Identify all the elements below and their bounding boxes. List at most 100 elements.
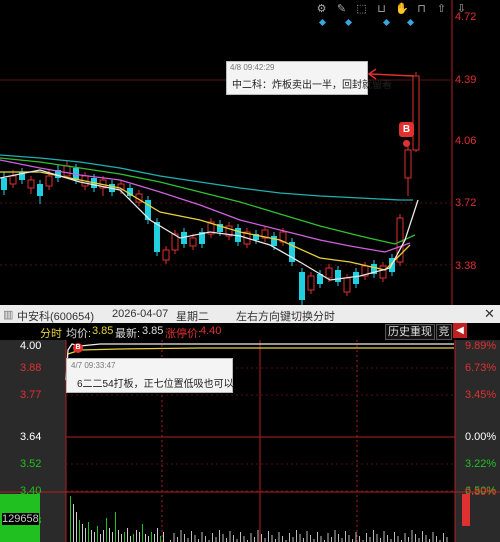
last-value: 3.85 — [142, 325, 164, 337]
candle-body — [271, 236, 277, 246]
pct-label: 3.22% — [465, 458, 497, 470]
price-label: 3.72 — [455, 197, 477, 209]
volume-bar — [264, 538, 266, 542]
volume-bar — [139, 532, 140, 542]
candle-body — [1, 178, 7, 190]
intraday-tabbar: 分时 均价: 3.85 最新: 3.85 涨停价: 4.40 历史重现 竞 ◀ — [0, 323, 500, 341]
volume-bar — [148, 536, 149, 542]
hand-icon[interactable]: ✋ — [395, 3, 409, 16]
volume-bar — [369, 537, 371, 542]
volume-bar — [250, 533, 252, 542]
volume-bar — [289, 533, 290, 542]
limit-value: 4.40 — [200, 325, 222, 337]
volume-bar — [100, 534, 101, 542]
buy-marker[interactable]: B — [399, 122, 414, 137]
pct-label: 0.00% — [465, 431, 497, 443]
annotation-time: 4/8 09:42:29 — [230, 63, 275, 72]
volume-bar — [341, 538, 343, 542]
volume-bar — [160, 536, 161, 542]
volume-bar — [91, 530, 92, 542]
candle-body — [404, 149, 412, 179]
volume-bar — [408, 537, 409, 542]
bid-button[interactable]: 竞 — [436, 324, 452, 340]
volume-bar — [184, 534, 185, 542]
date-text: 2026-04-07 — [112, 308, 169, 320]
trade-annotation[interactable]: 4/7 09:33:47 6二二54打板，正七位置低吸也可以 — [66, 358, 234, 393]
candle-body — [412, 75, 420, 151]
volume-bar — [85, 528, 86, 542]
volume-bar — [76, 512, 77, 542]
arrow-icon — [367, 68, 415, 80]
volume-bar — [397, 536, 399, 542]
window-icon: ▥ — [3, 309, 14, 321]
pct-label: 3.45% — [465, 389, 497, 401]
volume-bar — [418, 538, 420, 542]
close-icon[interactable]: ✕ — [484, 306, 495, 322]
tab-intraday[interactable]: 分时 — [40, 325, 62, 341]
volume-bar — [112, 532, 113, 542]
down-icon[interactable]: ⇩ — [455, 3, 468, 16]
history-replay-button[interactable]: 历史重现 — [385, 324, 435, 340]
price-label: 3.38 — [455, 260, 477, 272]
volume-bar — [425, 535, 427, 542]
volume-bar — [443, 533, 444, 542]
volume-bar — [331, 537, 332, 542]
volume-bar — [366, 533, 367, 542]
buy-marker[interactable]: B — [73, 343, 83, 353]
volume-bar — [70, 496, 71, 542]
candle-body — [189, 237, 197, 247]
intraday-titlebar: ▥ 中安科(600654) 2026-04-07 星期二 左右方向键切换分时 ✕ — [0, 305, 500, 323]
annotation-text: 6二二54打板，正七位置低吸也可以 — [77, 379, 234, 390]
volume-bar — [136, 530, 137, 542]
volume-bar — [383, 531, 385, 542]
volume-bar — [404, 533, 406, 542]
volume-bar — [380, 538, 381, 542]
price-label: 4.39 — [455, 74, 477, 86]
volume-bar — [436, 536, 437, 542]
annotation-time: 4/7 09:33:47 — [71, 361, 116, 370]
volume-bar — [194, 535, 196, 542]
intraday-chart[interactable]: 4.00 3.88 3.77 3.64 3.52 3.40 3.28 9.89%… — [0, 340, 500, 542]
price-label: 4.06 — [455, 135, 477, 147]
last-label: 最新: — [115, 328, 141, 340]
lock-icon[interactable]: ⊓ — [415, 3, 428, 16]
frame-icon[interactable]: ⬚ — [355, 3, 368, 16]
volume-bar — [115, 512, 116, 542]
price-label: 3.64 — [20, 431, 42, 443]
volume-bar — [151, 532, 152, 542]
volume-bar — [73, 504, 74, 542]
volume-bar — [133, 534, 134, 542]
volume-bar — [130, 536, 131, 542]
volume-bar — [415, 534, 416, 542]
volume-bar — [201, 532, 203, 542]
volume-bar — [422, 531, 423, 542]
up-icon[interactable]: ⇧ — [435, 3, 448, 16]
volume-bar — [187, 538, 189, 542]
price-label: 3.52 — [20, 458, 42, 470]
volume-bar — [177, 537, 178, 542]
pct-label-low: 9.89% — [465, 486, 497, 498]
chart-toolbar: ⚙ ✎ ⬚ ⊔ ✋ ⊓ ⇧ ⇩ — [315, 2, 468, 16]
volume-bar — [79, 520, 80, 542]
candle-body — [343, 277, 351, 293]
trade-annotation[interactable]: 4/8 09:42:29 中二科：炸板卖出一半，回封就留着 — [226, 61, 392, 95]
avg-value: 3.85 — [92, 325, 114, 337]
pen-icon[interactable]: ✎ — [335, 3, 348, 16]
volume-bar — [411, 530, 413, 542]
settings-icon[interactable]: ⚙ — [315, 3, 328, 16]
volume-bar — [278, 532, 280, 542]
collapse-icon[interactable]: ◀ — [453, 323, 467, 338]
volume-bar — [432, 532, 434, 542]
volume-bar — [173, 533, 175, 542]
candle-body — [27, 179, 35, 189]
limit-label: 涨停价: — [165, 328, 202, 340]
volume-bar — [106, 518, 107, 542]
volume-bar — [118, 530, 119, 542]
basket-icon[interactable]: ⊔ — [375, 3, 388, 16]
volume-bar — [142, 524, 143, 542]
price-label: 4.00 — [20, 340, 42, 352]
volume-bar — [229, 531, 231, 542]
kline-chart[interactable]: 4.72 4.39 4.06 3.72 3.38 ⚙ ✎ ⬚ ⊔ ✋ ⊓ ⇧ ⇩… — [0, 0, 500, 305]
hint-text: 左右方向键切换分时 — [236, 311, 335, 323]
volume-bar — [317, 532, 318, 542]
